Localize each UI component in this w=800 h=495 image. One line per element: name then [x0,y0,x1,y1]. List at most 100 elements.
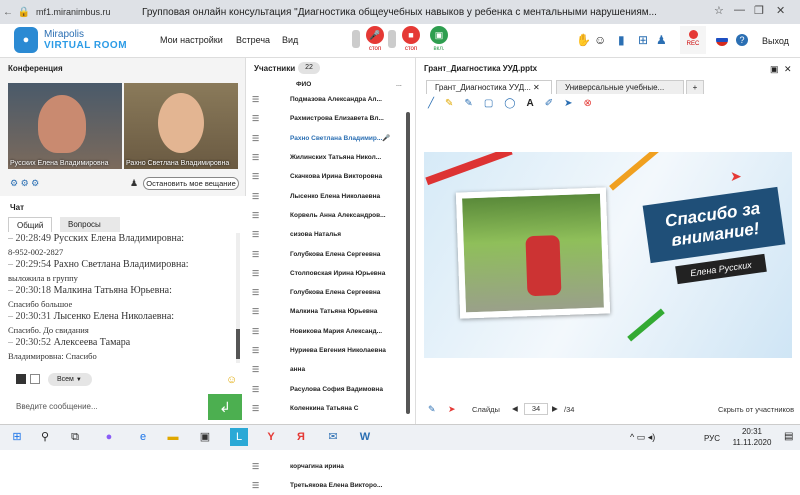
notifications-icon[interactable]: ▤ [784,431,793,442]
drag-handle-icon[interactable]: ☰ [252,134,262,143]
drag-handle-icon[interactable]: ☰ [252,385,262,394]
drag-handle-icon[interactable]: ☰ [252,307,262,316]
video-tile-1[interactable]: Русских Елена Владимировна [8,83,122,169]
drag-handle-icon[interactable]: ☰ [252,288,262,297]
participant-row[interactable]: ☰ Подмазова Александра Ал... [252,90,400,109]
drag-handle-icon[interactable]: ☰ [252,404,262,413]
word-icon[interactable]: W [356,428,374,446]
attach-icon[interactable] [30,374,40,384]
participant-row[interactable]: ☰ Новикова Мария Александ... [252,322,400,341]
bookmark-icon[interactable]: ☆ [714,4,724,17]
alice-icon[interactable]: ● [100,428,118,446]
camera-button[interactable]: ■ [402,26,420,44]
participant-row[interactable]: ☰ корчагина ирина [252,457,400,476]
hide-from-participants-button[interactable]: Скрыть от участников [718,405,794,414]
drag-handle-icon[interactable]: ☰ [252,462,262,471]
drag-handle-icon[interactable]: ☰ [252,250,262,259]
marker-tool-icon[interactable]: ✎ [445,98,453,109]
send-button[interactable]: ↲ [208,394,242,420]
back-icon[interactable]: ← [0,7,16,18]
participant-row[interactable]: ☰ Расулова София Вадимовна [252,379,400,398]
drag-handle-icon[interactable]: ☰ [252,114,262,123]
clock-date[interactable]: 11.11.2020 [727,438,777,447]
participant-row[interactable]: ☰ Жилинских Татьяна Никол... [252,148,400,167]
app-l-icon[interactable]: L [230,428,248,446]
text-tool-icon[interactable]: A [526,98,533,109]
drag-handle-icon[interactable]: ☰ [252,192,262,201]
more-icon[interactable]: ... [396,81,402,88]
participant-row[interactable]: ☰ Столповская Ирина Юрьевна [252,264,400,283]
maximize-icon[interactable]: ❐ [754,4,764,17]
color-picker-icon[interactable] [16,374,26,384]
pen-tool-icon[interactable]: ✎ [464,98,472,109]
drag-handle-icon[interactable]: ☰ [252,172,262,181]
drag-handle-icon[interactable]: ☰ [252,95,262,104]
drag-handle-icon[interactable]: ☰ [252,365,262,374]
participant-row[interactable]: ☰ Скачкова Ирина Викторовна [252,167,400,186]
clear-tool-icon[interactable]: ⊗ [583,98,591,109]
tab-presentation-2[interactable]: Универсальные учебные... [556,80,684,94]
participant-row[interactable]: ☰ Третьякова Елена Викторо... [252,476,400,495]
panel-restore-icon[interactable]: ▣ [770,64,779,75]
participant-row[interactable]: ☰ Малкина Татьяна Юрьевна [252,302,400,321]
panel-close-icon[interactable]: ✕ [784,64,792,75]
pointer-tool-icon[interactable]: ➤ [564,98,572,109]
participant-row[interactable]: ☰ Нуриева Евгения Николаевна [252,341,400,360]
mail-icon[interactable]: ✉ [324,428,342,446]
raise-hand-icon[interactable]: ✋ [576,33,591,47]
video-tile-2[interactable]: Рахно Светлана Владимировна [124,83,238,169]
network-icon[interactable]: ⊞ [638,33,648,47]
drag-handle-icon[interactable]: ☰ [252,269,262,278]
task-view-icon[interactable]: ⧉ [66,428,84,446]
screen-share-button[interactable]: ▣ [430,26,448,44]
language-flag-icon[interactable] [716,34,728,46]
yandex-browser-icon[interactable]: Y [262,428,280,446]
prev-slide-icon[interactable]: ◀ [512,404,518,413]
chat-scrollbar[interactable] [236,233,240,363]
tab-close-icon[interactable]: ✕ [533,83,540,92]
slide-canvas[interactable]: Спасибо за внимание! Елена Русских ➤ [424,152,792,358]
participant-row[interactable]: ☰ Корвель Анна Александров... [252,206,400,225]
line-tool-icon[interactable]: ╱ [428,98,434,109]
users-icon[interactable]: ♟ [656,33,667,47]
participant-row[interactable]: ☰ Лысенко Елена Николаевна [252,186,400,205]
chat-input[interactable]: Введите сообщение... [6,394,206,420]
tab-general[interactable]: Общий [8,217,53,232]
menu-view[interactable]: Вид [282,35,298,45]
eraser-tool-icon[interactable]: ✐ [545,98,553,109]
slides-label[interactable]: Слайды [472,405,500,414]
emoji-icon[interactable]: ☺ [594,33,606,47]
add-tab-button[interactable]: + [686,80,704,94]
recipient-select[interactable]: Всем ▼ [48,373,92,386]
ellipse-tool-icon[interactable]: ◯ [504,98,515,109]
drag-handle-icon[interactable]: ☰ [252,211,262,220]
yandex-icon[interactable]: Я [292,428,310,446]
clock-time[interactable]: 20:31 [732,427,772,436]
help-icon[interactable]: ? [736,34,748,46]
file-explorer-icon[interactable]: ▬ [164,428,182,446]
participant-row[interactable]: ☰ Рахно Светлана Владимир... 🎤 [252,129,400,148]
smile-icon[interactable]: ☺ [226,374,237,386]
menu-meeting[interactable]: Встреча [236,35,270,45]
cursor-icon[interactable]: ➤ [448,404,456,415]
exit-button[interactable]: Выход [762,36,789,46]
drag-handle-icon[interactable]: ☰ [252,230,262,239]
close-icon[interactable]: ✕ [776,4,785,17]
windows-start-icon[interactable]: ⊞ [8,428,26,446]
tray-icons[interactable]: ^ ▭ ◂) [630,432,655,443]
drag-handle-icon[interactable]: ☰ [252,481,262,490]
search-icon[interactable]: ⚲ [36,428,54,446]
minimize-icon[interactable]: — [734,4,745,16]
chat-scroll-thumb[interactable] [236,329,240,359]
participant-row[interactable]: ☰ Голубкова Елена Сергеевна [252,244,400,263]
participant-row[interactable]: ☰ сизова Наталья [252,225,400,244]
tab-presentation-1[interactable]: Грант_Диагностика УУД... ✕ [426,80,552,94]
record-button[interactable]: REC [680,26,706,54]
edge-icon[interactable]: e [134,428,152,446]
pen-icon[interactable]: ✎ [428,404,436,415]
rectangle-tool-icon[interactable]: ▢ [484,98,493,109]
next-slide-icon[interactable]: ▶ [552,404,558,413]
participant-row[interactable]: ☰ Голубкова Елена Сергеевна [252,283,400,302]
participant-row[interactable]: ☰ анна [252,360,400,379]
stats-icon[interactable]: ▮ [618,33,625,47]
